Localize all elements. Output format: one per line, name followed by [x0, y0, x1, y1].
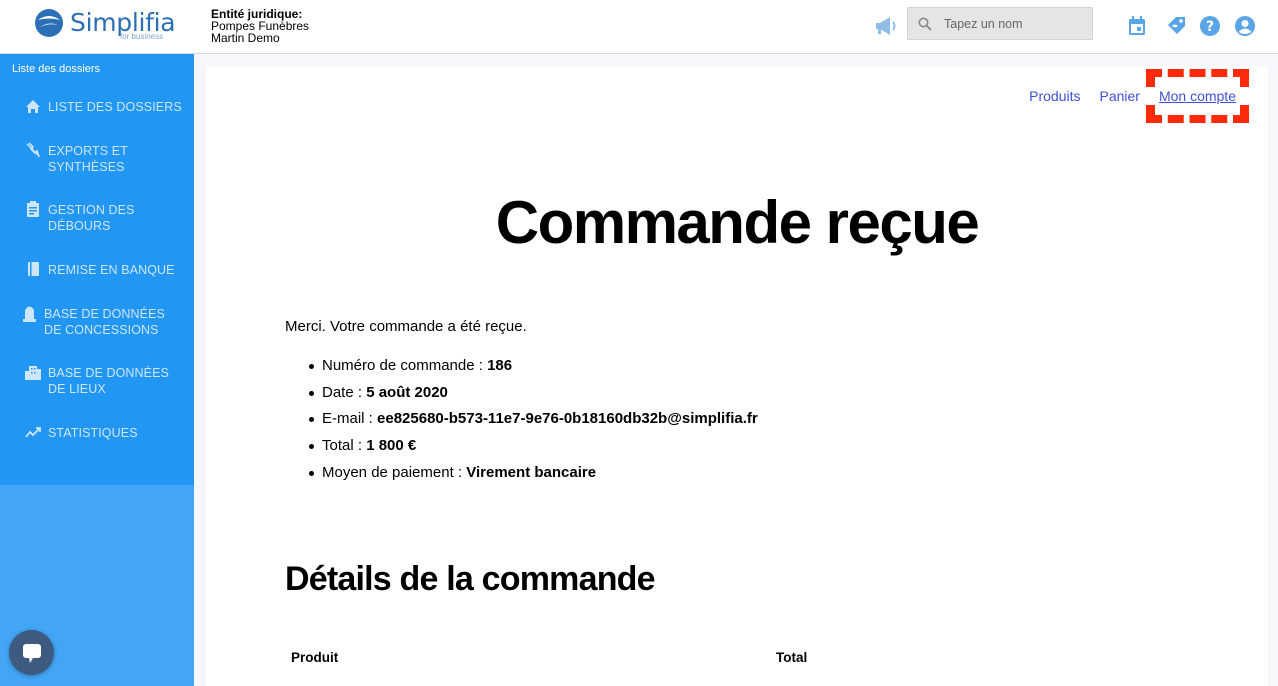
simplifia-logo[interactable]: Simplifia for business: [34, 6, 176, 46]
tombstone-icon: [20, 304, 38, 322]
sidebar-nav-panel: Liste des dossiers Liste des dossiers Ex…: [0, 54, 194, 485]
legal-entity: Entité juridique: Pompes Funèbres Martin…: [211, 8, 309, 44]
table-header-product: Produit: [291, 650, 339, 665]
shop-nav: Produits Panier Mon compte: [1010, 88, 1236, 104]
list-item: Moyen de paiement : Virement bancaire: [309, 464, 758, 491]
order-details-title: Détails de la commande: [285, 560, 656, 598]
sidebar-item-dossiers[interactable]: Liste des dossiers: [0, 99, 194, 115]
nav-link-cart[interactable]: Panier: [1099, 88, 1139, 104]
table-header-total: Total: [776, 650, 808, 665]
list-item: Total : 1 800 €: [309, 437, 758, 464]
sidebar-item-statistiques[interactable]: Statistiques: [0, 425, 194, 441]
home-icon: [24, 97, 42, 115]
sidebar-title: Liste des dossiers: [12, 63, 101, 75]
search-input[interactable]: [944, 8, 1089, 39]
order-summary-list: Numéro de commande : 186 Date : 5 août 2…: [309, 357, 758, 491]
clipboard-icon: [24, 200, 42, 218]
trend-icon: [24, 423, 42, 441]
sidebar-item-debours[interactable]: Gestion des débours: [0, 200, 194, 234]
entity-line-2: Martin Demo: [211, 31, 280, 45]
chat-button[interactable]: [9, 630, 54, 675]
help-icon[interactable]: ?: [1197, 13, 1223, 39]
search-icon: [918, 17, 932, 31]
sidebar-item-banque[interactable]: Remise en banque: [0, 262, 194, 278]
calendar-icon[interactable]: [1124, 13, 1150, 39]
list-item: Numéro de commande : 186: [309, 357, 758, 384]
main-content: Produits Panier Mon compte Commande reçu…: [206, 66, 1268, 686]
list-item: E-mail : ee825680-b573-11e7-9e76-0b18160…: [309, 410, 758, 437]
sidebar-item-exports[interactable]: Exports et synthèses: [0, 141, 194, 175]
top-header: Simplifia for business Entité juridique:…: [0, 0, 1278, 54]
nav-link-products[interactable]: Produits: [1029, 88, 1080, 104]
tag-icon[interactable]: [1164, 13, 1190, 39]
search-box[interactable]: [907, 7, 1093, 40]
chat-bubble-icon: [22, 643, 41, 663]
nav-link-account[interactable]: Mon compte: [1159, 88, 1236, 104]
logo-mark-icon: [35, 9, 63, 37]
bank-book-icon: [24, 260, 42, 278]
thanks-message: Merci. Votre commande a été reçue.: [285, 318, 527, 335]
page-title: Commande reçue: [495, 189, 980, 256]
export-icon: [24, 141, 42, 159]
account-icon[interactable]: [1232, 13, 1258, 39]
sidebar: Liste des dossiers Liste des dossiers Ex…: [0, 54, 194, 686]
megaphone-icon[interactable]: [873, 13, 899, 39]
list-item: Date : 5 août 2020: [309, 384, 758, 411]
svg-text:?: ?: [1206, 19, 1214, 35]
sidebar-item-concessions[interactable]: Base de données de concessions: [0, 306, 194, 338]
sidebar-item-lieux[interactable]: Base de données de lieux: [0, 365, 194, 397]
brand-sub: for business: [120, 32, 164, 41]
building-icon: [24, 363, 42, 381]
